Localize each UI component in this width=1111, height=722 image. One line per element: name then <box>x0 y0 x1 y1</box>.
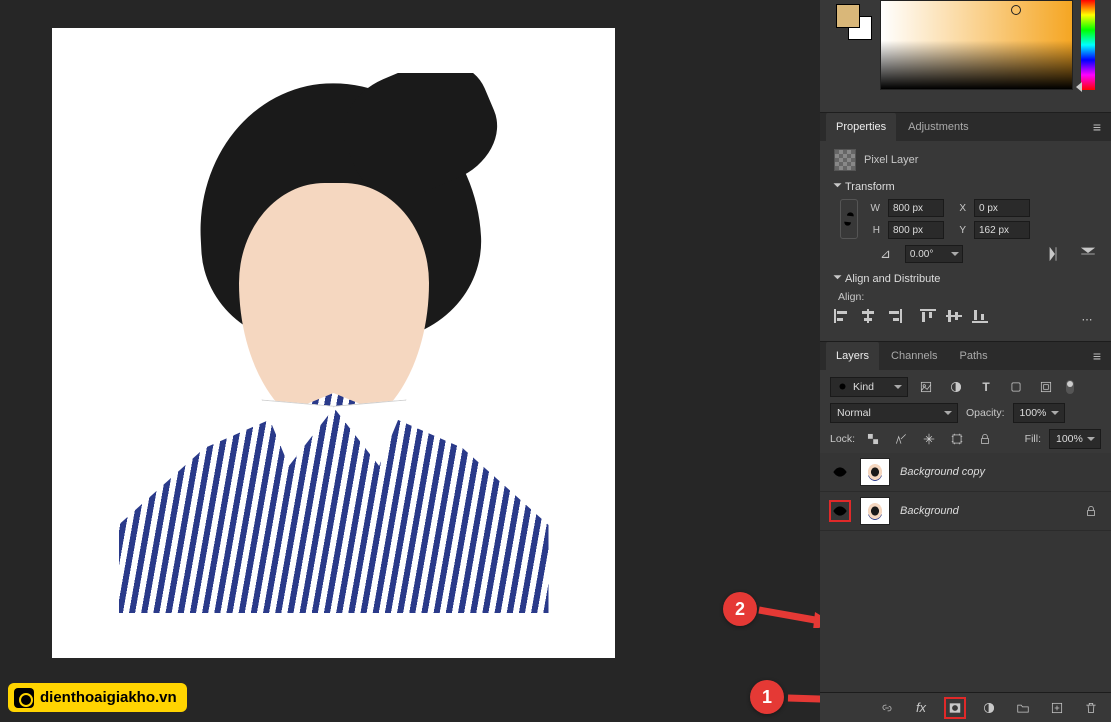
layers-panel: Layers Channels Paths ≡ Kind T <box>820 341 1111 722</box>
layer-thumbnail[interactable] <box>860 458 890 486</box>
align-bottom-icon[interactable] <box>972 309 988 323</box>
align-left-icon[interactable] <box>834 309 850 323</box>
filter-adjust-icon[interactable] <box>946 377 966 397</box>
lock-icon <box>1081 501 1101 521</box>
fill-label: Fill: <box>1025 433 1041 445</box>
color-field[interactable] <box>880 0 1073 90</box>
layer-row[interactable]: Background <box>820 492 1111 531</box>
lock-all-icon[interactable] <box>975 429 995 449</box>
filter-shape-icon[interactable] <box>1006 377 1026 397</box>
layer-name-label[interactable]: Background <box>900 505 1071 517</box>
lock-transparent-icon[interactable] <box>863 429 883 449</box>
visibility-toggle-icon[interactable] <box>830 501 850 521</box>
hue-indicator[interactable] <box>1076 82 1082 92</box>
layer-row[interactable]: Background copy <box>820 453 1111 492</box>
tab-adjustments[interactable]: Adjustments <box>898 113 979 141</box>
visibility-toggle-icon[interactable] <box>830 462 850 482</box>
tab-channels[interactable]: Channels <box>881 342 947 370</box>
height-label: H <box>866 225 880 236</box>
flip-vertical-icon[interactable] <box>1079 245 1097 263</box>
height-input[interactable]: 800 px <box>888 221 944 239</box>
y-label: Y <box>952 225 966 236</box>
blend-mode-dropdown[interactable]: Normal <box>830 403 958 423</box>
layer-style-icon[interactable]: fx <box>911 698 931 718</box>
transform-section-header[interactable]: Transform <box>834 181 1097 193</box>
layers-footer: fx <box>820 692 1111 722</box>
align-center-h-icon[interactable] <box>860 309 876 323</box>
color-field-cursor[interactable] <box>1011 5 1021 15</box>
filter-type-icon[interactable]: T <box>976 377 996 397</box>
watermark-badge: dienthoaigiakho.vn <box>8 683 187 712</box>
portrait-image <box>119 73 549 613</box>
layer-type-label: Pixel Layer <box>864 154 918 166</box>
layer-name-label[interactable]: Background copy <box>900 466 1101 478</box>
delete-layer-icon[interactable] <box>1081 698 1101 718</box>
lock-pixels-icon[interactable] <box>891 429 911 449</box>
opacity-label: Opacity: <box>966 407 1005 419</box>
align-right-icon[interactable] <box>886 309 902 323</box>
properties-panel: Properties Adjustments ≡ Pixel Layer Tra… <box>820 113 1111 341</box>
rotation-input[interactable]: 0.00° <box>905 245 963 263</box>
lock-label: Lock: <box>830 433 855 445</box>
layers-panel-menu-icon[interactable]: ≡ <box>1089 348 1105 364</box>
document-canvas[interactable] <box>52 28 615 658</box>
group-icon[interactable] <box>1013 698 1033 718</box>
annotation-badge-1: 1 <box>750 680 784 714</box>
fg-bg-swatches[interactable] <box>836 4 872 40</box>
add-mask-icon[interactable] <box>945 698 965 718</box>
width-input[interactable]: 800 px <box>888 199 944 217</box>
align-top-icon[interactable] <box>920 309 936 323</box>
annotation-badge-2: 2 <box>723 592 757 626</box>
color-picker-panel <box>820 0 1111 112</box>
filter-pixel-icon[interactable] <box>916 377 936 397</box>
filter-smart-icon[interactable] <box>1036 377 1056 397</box>
layer-thumbnail[interactable] <box>860 497 890 525</box>
width-label: W <box>866 203 880 214</box>
adjustment-layer-icon[interactable] <box>979 698 999 718</box>
y-input[interactable]: 162 px <box>974 221 1030 239</box>
tab-properties[interactable]: Properties <box>826 113 896 141</box>
tab-layers[interactable]: Layers <box>826 342 879 370</box>
pixel-layer-icon <box>834 149 856 171</box>
link-dimensions-icon[interactable] <box>840 199 858 239</box>
lock-artboard-icon[interactable] <box>947 429 967 449</box>
new-layer-icon[interactable] <box>1047 698 1067 718</box>
canvas-area[interactable]: dienthoaigiakho.vn 2 1 <box>0 0 820 722</box>
x-input[interactable]: 0 px <box>974 199 1030 217</box>
filter-toggle-icon[interactable] <box>1066 380 1074 394</box>
properties-panel-menu-icon[interactable]: ≡ <box>1089 119 1105 135</box>
align-section-header[interactable]: Align and Distribute <box>834 273 1097 285</box>
right-panels-column: Properties Adjustments ≡ Pixel Layer Tra… <box>820 0 1111 722</box>
link-layers-icon[interactable] <box>877 698 897 718</box>
hue-slider[interactable] <box>1081 0 1095 90</box>
fill-input[interactable]: 100% <box>1049 429 1101 449</box>
align-label: Align: <box>838 291 1097 303</box>
opacity-input[interactable]: 100% <box>1013 403 1065 423</box>
flip-horizontal-icon[interactable] <box>1047 245 1065 263</box>
layer-filter-kind-dropdown[interactable]: Kind <box>830 377 908 397</box>
tab-paths[interactable]: Paths <box>950 342 998 370</box>
align-more-icon[interactable]: ⋯ <box>1077 309 1097 329</box>
rotate-icon: ⊿ <box>880 246 891 262</box>
align-center-v-icon[interactable] <box>946 309 962 323</box>
lock-position-icon[interactable] <box>919 429 939 449</box>
x-label: X <box>952 203 966 214</box>
layer-list[interactable]: Background copy Background <box>820 453 1111 692</box>
foreground-color-swatch[interactable] <box>836 4 860 28</box>
